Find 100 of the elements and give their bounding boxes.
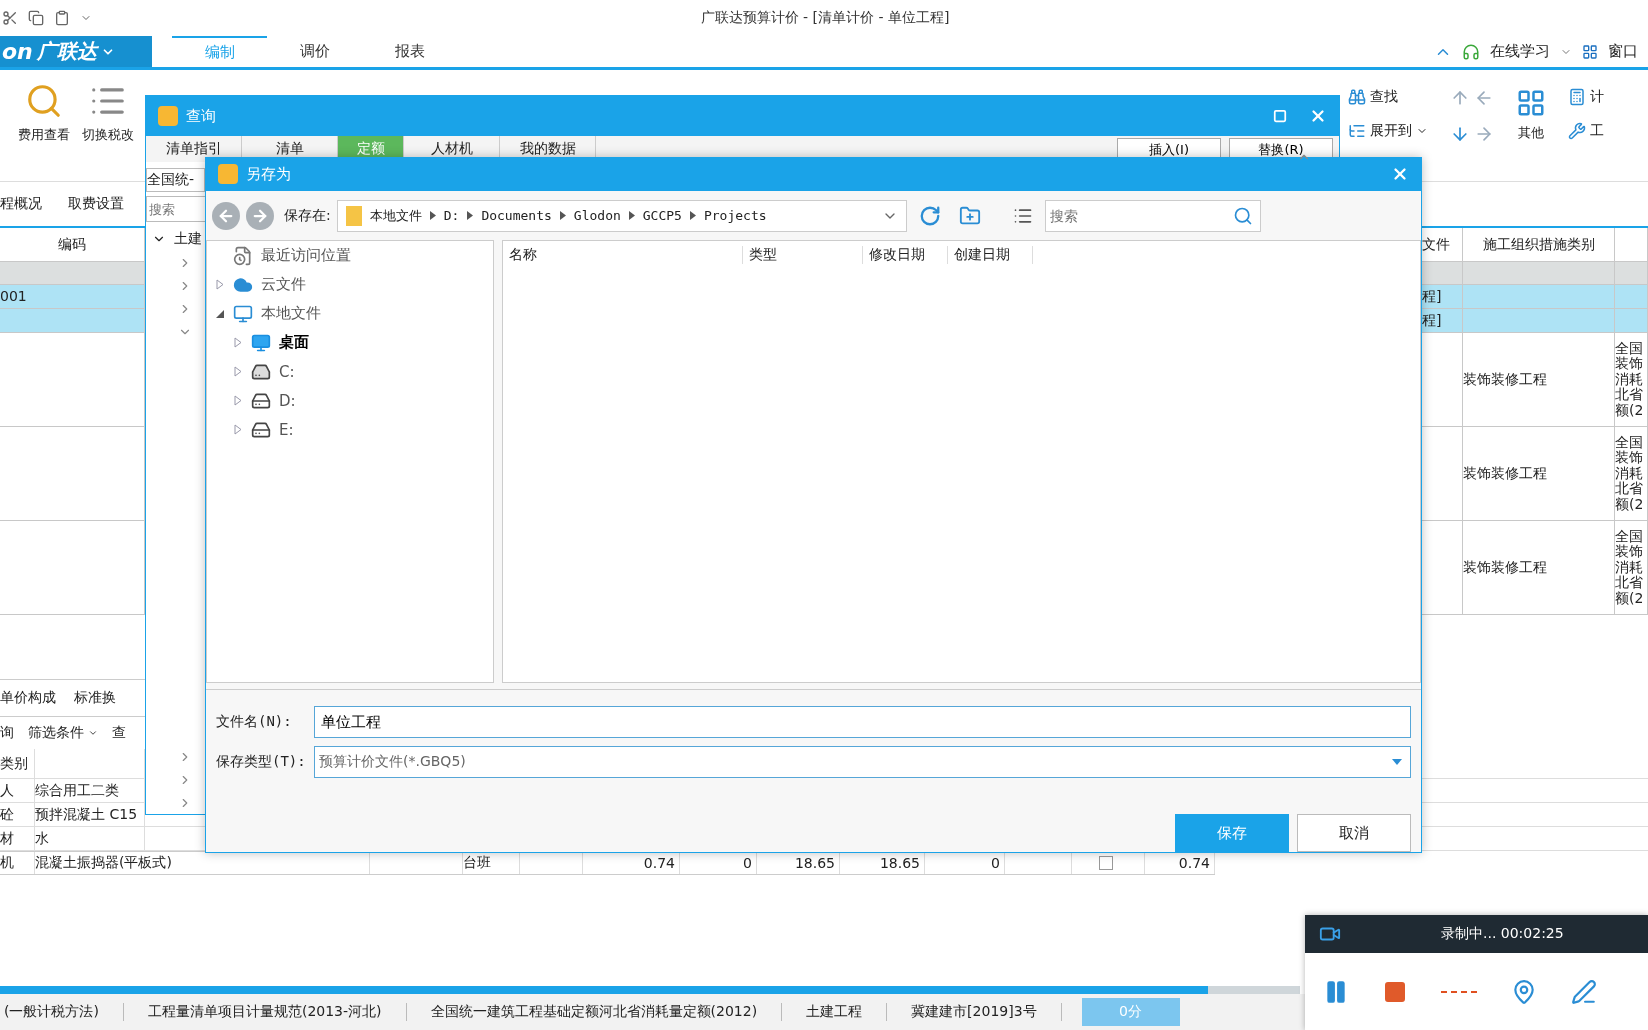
search-icon (1232, 205, 1253, 226)
path-crumb[interactable]: 本地文件 (369, 206, 422, 225)
cancel-button[interactable]: 取消 (1297, 814, 1411, 852)
app-logo[interactable]: on 广联达 (0, 36, 152, 67)
table-cell: 台班 (463, 854, 491, 872)
ribbon-button[interactable]: 费用查看 (18, 82, 70, 181)
wrench-icon (1568, 122, 1586, 140)
checkbox[interactable] (1099, 856, 1113, 870)
window-menu[interactable]: 窗口 (1608, 42, 1638, 61)
status-item: 全国统一建筑工程基础定额河北省消耗量定额(2012) (426, 1003, 783, 1021)
collapsed-arrow-icon (234, 424, 242, 436)
other-button[interactable]: 其他 (1516, 88, 1546, 181)
table-cell: 预拌混凝土 C15 (35, 805, 138, 824)
file-type-select[interactable]: 预算计价文件(*.GBQ5) (314, 746, 1411, 778)
column-header[interactable]: 创建日期 (948, 246, 1033, 265)
separator-arrow-icon (429, 211, 436, 221)
recording-status: 录制中... 00:02:25 (1441, 925, 1564, 943)
dropdown-caret-icon[interactable] (1392, 759, 1402, 765)
menu-tab[interactable]: 调价 (267, 36, 362, 67)
menu-tab[interactable]: 报表 (362, 36, 457, 67)
column-header: 文件 (1422, 236, 1450, 253)
status-item: 工程量清单项目计量规范(2013-河北) (143, 1003, 407, 1021)
nav-item[interactable]: 云文件 (215, 270, 493, 300)
column-header[interactable]: 类型 (743, 246, 863, 265)
find-button[interactable]: 查找 (1348, 88, 1428, 106)
table-cell: 水 (35, 829, 49, 848)
column-header[interactable]: 名称 (503, 246, 743, 265)
status-item: (一般计税方法) (0, 1003, 124, 1021)
new-folder-icon[interactable] (958, 204, 981, 227)
magnifier-icon (25, 82, 63, 120)
window-grid-icon (1582, 43, 1598, 60)
pen-icon[interactable] (1571, 978, 1597, 1005)
dialog-title-bar: 另存为 (206, 158, 1421, 191)
back-button[interactable] (212, 201, 240, 230)
horizontal-scrollbar[interactable] (0, 986, 1300, 994)
ribbon-button[interactable]: 工 (1568, 122, 1604, 140)
table-cell: 全国装饰消耗北省额(2 (1615, 435, 1645, 512)
nav-item[interactable]: C: (233, 357, 493, 387)
path-crumb[interactable]: Projects (703, 208, 767, 224)
path-crumb[interactable]: Documents (481, 208, 552, 224)
paste-icon[interactable] (54, 10, 70, 26)
dialog-title-bar: 查询 (146, 96, 1339, 136)
recent-file-icon (233, 245, 253, 266)
toolbar-button[interactable]: 询 (0, 724, 14, 742)
path-crumb[interactable]: D: (443, 208, 460, 224)
headset-icon (1462, 42, 1480, 61)
status-item: 冀建建市[2019]3号 (907, 1003, 1062, 1021)
detail-tab[interactable]: 标准换 (74, 689, 116, 707)
collapsed-arrow-icon (234, 395, 242, 407)
table-cell: 0.74 (1178, 855, 1210, 871)
online-learning-menu[interactable]: 在线学习 (1490, 42, 1550, 61)
search-field[interactable]: 搜索 (146, 196, 206, 222)
line-style-icon[interactable] (1441, 990, 1477, 993)
nav-item[interactable]: 桌面 (233, 328, 493, 358)
table-cell: 程] (1422, 312, 1442, 329)
cut-icon[interactable] (2, 10, 18, 26)
ribbon-button[interactable]: 切换税改 (82, 82, 134, 181)
toolbar-button[interactable]: 查 (112, 724, 126, 742)
table-cell: 装饰装修工程 (1463, 371, 1547, 388)
table-cell: 综合用工二类 (35, 781, 119, 800)
table-cell: 全国装饰消耗北省额(2 (1615, 341, 1645, 418)
table-cell: 0 (991, 855, 1000, 871)
column-header[interactable]: 修改日期 (863, 246, 948, 265)
nav-item[interactable]: D: (233, 386, 493, 416)
ribbon-button[interactable]: 计 (1568, 88, 1604, 106)
separator-arrow-icon (628, 211, 635, 221)
field-label: 文件名(N): (216, 713, 293, 731)
file-name-field[interactable]: 单位工程 (314, 706, 1411, 738)
marker-icon[interactable] (1511, 978, 1537, 1005)
path-field[interactable]: 本地文件 D: Documents Glodon GCCP5 Projects (336, 199, 907, 232)
filter-menu[interactable]: 筛选条件 (28, 724, 98, 742)
table-cell: 装饰装修工程 (1463, 559, 1547, 576)
table-cell: 混凝土振捣器(平板式) (35, 854, 172, 872)
path-crumb[interactable]: Glodon (573, 208, 621, 224)
path-crumb[interactable]: GCCP5 (642, 208, 682, 224)
view-tab[interactable]: 取费设置 (68, 195, 124, 213)
monitor-icon (233, 303, 253, 324)
view-tab[interactable]: 程概况 (0, 195, 42, 213)
close-icon[interactable] (1309, 107, 1327, 125)
stop-icon[interactable] (1383, 979, 1407, 1004)
forward-button[interactable] (246, 201, 274, 230)
search-field[interactable]: 搜索 (1044, 199, 1261, 232)
copy-icon[interactable] (28, 10, 44, 26)
status-item: 土建工程 (802, 1003, 888, 1021)
calculator-icon (1568, 88, 1586, 106)
library-select[interactable]: 全国统- (146, 168, 205, 192)
table-cell: 全国装饰消耗北省额(2 (1615, 529, 1645, 606)
expand-to-button[interactable]: 展开到 (1348, 122, 1428, 140)
column-header: 施工组织措施类别 (1482, 236, 1595, 253)
maximize-icon[interactable] (1273, 109, 1287, 123)
separator-arrow-icon (559, 211, 566, 221)
nav-item[interactable]: 本地文件 (215, 299, 493, 329)
detail-tab[interactable]: 单价构成 (0, 689, 56, 707)
tree-item[interactable]: 土建 (146, 226, 205, 252)
nav-item[interactable]: E: (233, 415, 493, 445)
nav-item[interactable]: 最近访问位置 (215, 241, 493, 271)
column-header: 编码 (58, 236, 86, 253)
table-cell: 砼 (0, 805, 14, 824)
refresh-icon[interactable] (918, 204, 941, 227)
grid-icon (1516, 88, 1546, 118)
